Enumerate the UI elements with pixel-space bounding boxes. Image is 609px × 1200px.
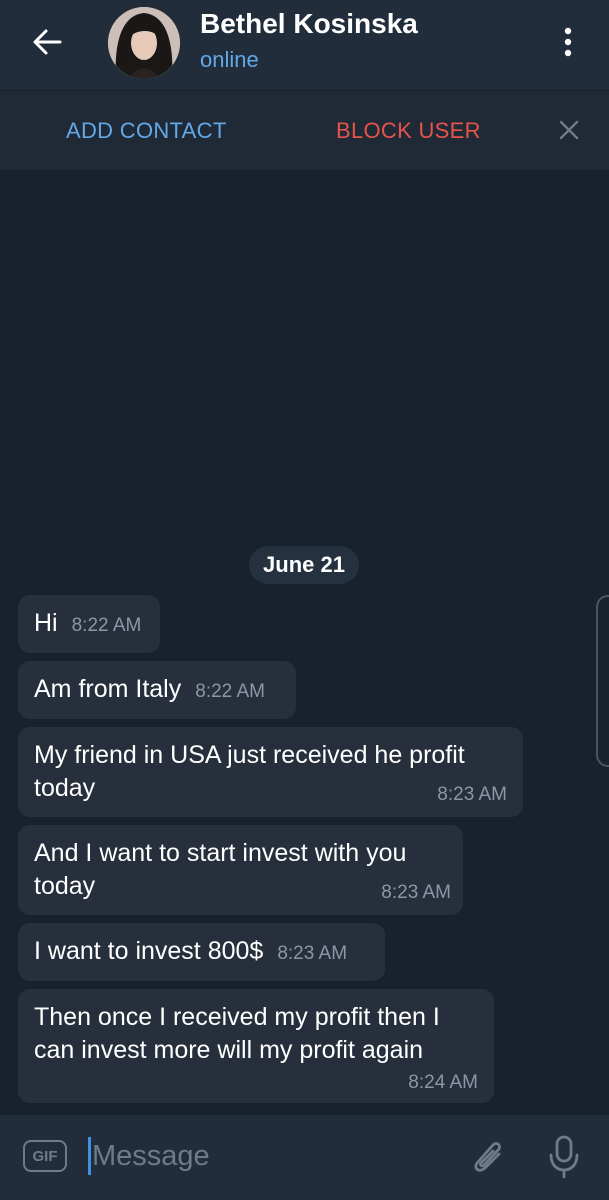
microphone-icon: [549, 1135, 579, 1179]
arrow-left-icon: [33, 29, 62, 55]
back-button[interactable]: [22, 20, 72, 64]
message-bubble[interactable]: Hi 8:22 AM: [18, 595, 160, 653]
menu-button[interactable]: [548, 20, 588, 64]
message-text: Then once I received my profit then I ca…: [34, 1003, 440, 1064]
message-bubble[interactable]: I want to invest 800$ 8:23 AM: [18, 923, 385, 981]
message-bubble[interactable]: And I want to start invest with you toda…: [18, 825, 463, 915]
date-separator: June 21: [249, 546, 359, 584]
message-text: Am from Italy: [34, 675, 182, 703]
block-user-button[interactable]: BLOCK USER: [336, 118, 481, 144]
microphone-button[interactable]: [542, 1133, 586, 1181]
chat-area[interactable]: June 21 Hi 8:22 AM Am from Italy 8:22 AM M…: [0, 170, 609, 1115]
profile-photo: [108, 7, 180, 79]
action-bar: ADD CONTACT BLOCK USER: [0, 90, 609, 171]
contact-name[interactable]: Bethel Kosinska: [200, 8, 418, 40]
message-input[interactable]: [92, 1136, 432, 1176]
message-time: 8:23 AM: [277, 943, 348, 964]
message-bubble[interactable]: Am from Italy 8:22 AM: [18, 661, 296, 719]
chat-header: Bethel Kosinska online: [0, 0, 609, 90]
close-icon: [559, 120, 579, 140]
message-bubble[interactable]: Then once I received my profit then I ca…: [18, 989, 494, 1103]
message-time: 8:24 AM: [408, 1072, 478, 1093]
close-button[interactable]: [552, 113, 586, 147]
message-time: 8:23 AM: [381, 882, 451, 903]
message-time: 8:23 AM: [437, 784, 507, 805]
text-cursor: [88, 1137, 91, 1175]
message-time: 8:22 AM: [195, 681, 265, 702]
gif-button[interactable]: GIF: [23, 1140, 67, 1172]
more-vertical-icon: [564, 27, 572, 57]
attach-button[interactable]: [466, 1135, 510, 1179]
paperclip-icon: [474, 1142, 501, 1172]
message-time: 8:22 AM: [71, 615, 142, 636]
message-composer: GIF: [0, 1115, 609, 1200]
contact-status: online: [200, 47, 259, 72]
message-text: I want to invest 800$: [34, 937, 264, 965]
add-contact-button[interactable]: ADD CONTACT: [66, 118, 227, 144]
message-bubble[interactable]: My friend in USA just received he profit…: [18, 727, 523, 817]
message-text: Hi: [34, 609, 58, 637]
avatar[interactable]: [108, 7, 180, 79]
scrollbar[interactable]: [596, 595, 609, 767]
